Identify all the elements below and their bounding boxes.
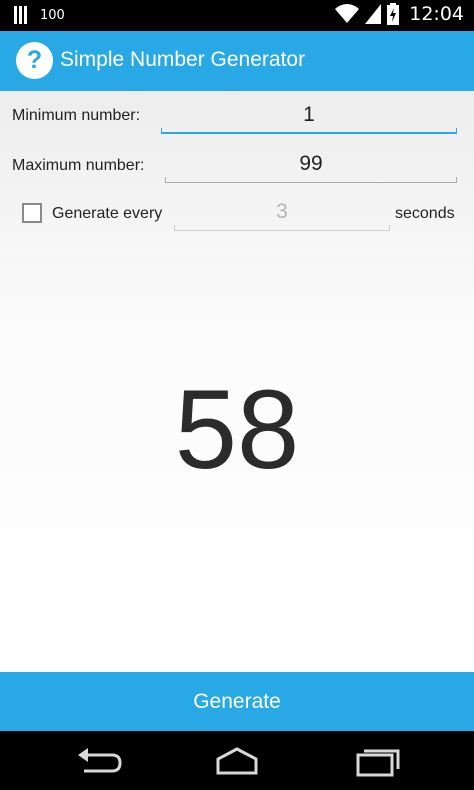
generated-number: 58 (174, 367, 300, 492)
max-label: Maximum number: (12, 157, 145, 174)
navigation-bar (0, 731, 474, 790)
recent-apps-icon[interactable] (352, 745, 402, 777)
generate-button[interactable]: Generate (0, 672, 474, 731)
generate-every-label: Generate every (52, 205, 163, 222)
min-number-field[interactable]: 1 (161, 98, 457, 134)
barcode-icon (14, 6, 30, 24)
status-right: 12:04 (335, 3, 464, 25)
notification-count: 100 (40, 7, 65, 23)
status-bar: 100 12:04 (0, 0, 474, 31)
interval-field[interactable]: 3 (174, 195, 390, 231)
action-bar: ? Simple Number Generator (0, 31, 474, 91)
status-left: 100 (14, 6, 65, 24)
min-label: Minimum number: (12, 107, 141, 124)
help-icon[interactable]: ? (16, 42, 53, 79)
interval-placeholder: 3 (276, 200, 288, 223)
app-title: Simple Number Generator (60, 48, 306, 71)
home-icon[interactable] (212, 745, 262, 777)
min-number-value: 1 (303, 103, 315, 126)
clock: 12:04 (409, 3, 464, 25)
max-number-value: 99 (299, 152, 323, 175)
seconds-label: seconds (395, 205, 455, 222)
back-icon[interactable] (74, 745, 124, 777)
battery-charging-icon (387, 3, 400, 25)
max-number-field[interactable]: 99 (165, 147, 457, 183)
auto-generate-checkbox[interactable] (22, 203, 42, 223)
wifi-icon (335, 4, 360, 24)
signal-icon (365, 4, 382, 24)
